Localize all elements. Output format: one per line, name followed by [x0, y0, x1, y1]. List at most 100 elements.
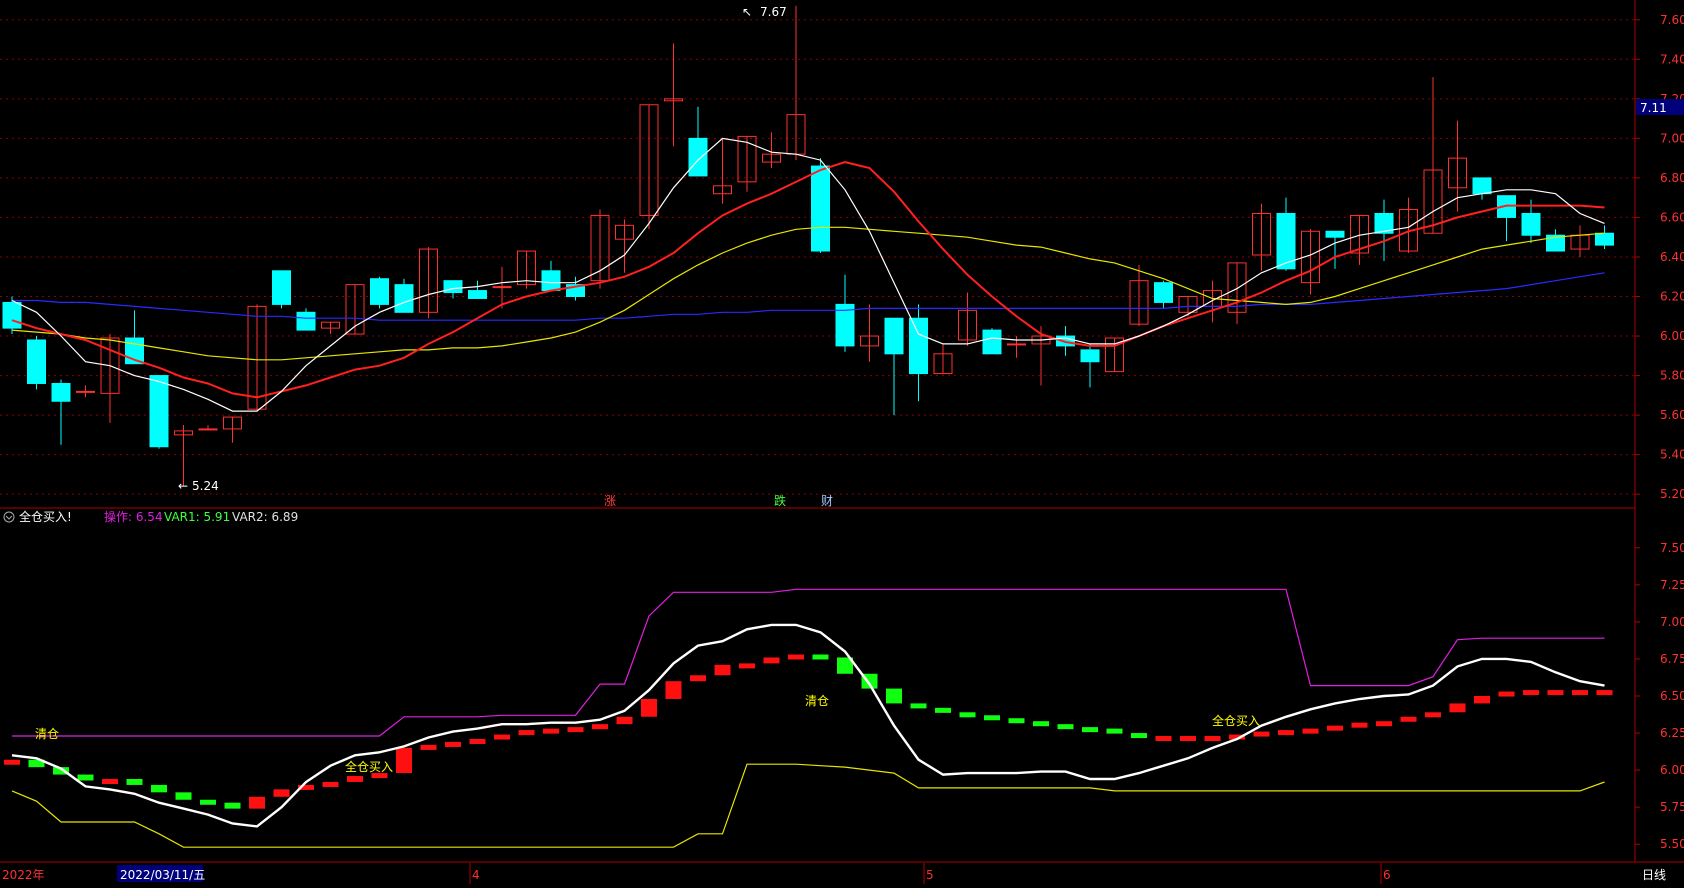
operation-bar — [445, 741, 461, 747]
candle-body — [2, 301, 22, 329]
operation-bar — [1596, 690, 1613, 696]
price-axis-label: 7.40 — [1660, 52, 1684, 66]
operation-bar — [1425, 712, 1441, 718]
operation-bar — [641, 698, 657, 717]
operation-bar — [1302, 728, 1319, 734]
candle-body — [272, 270, 291, 305]
event-marker-up[interactable]: 涨 — [604, 493, 616, 508]
operation-bar — [4, 759, 20, 765]
price-axis-label: 5.20 — [1660, 487, 1684, 501]
operation-bar — [200, 799, 216, 805]
operation-bar — [886, 688, 902, 704]
candle-body — [492, 286, 512, 289]
indicator-axis-label: 6.50 — [1660, 689, 1684, 703]
candle-body — [1521, 212, 1541, 236]
candle-body — [1007, 343, 1026, 346]
candle-body — [982, 329, 1002, 355]
operation-bar — [396, 747, 412, 774]
indicator-axis-label: 7.50 — [1660, 541, 1684, 555]
signal-clear-2: 清仓 — [805, 694, 829, 708]
operation-bar — [249, 796, 265, 809]
operation-bar — [1057, 724, 1074, 730]
indicator-axis-label: 6.75 — [1660, 652, 1684, 666]
signal-buy-1: 全仓买入 — [345, 759, 393, 774]
candle-body — [1325, 230, 1345, 238]
operation-bar — [665, 681, 682, 699]
high-price-label: 7.67 — [760, 5, 787, 19]
operation-bar — [1400, 716, 1417, 722]
operation-bar — [1498, 691, 1515, 697]
low-arrow-icon: ← — [178, 479, 188, 493]
operation-bar — [224, 802, 241, 809]
operation-bar — [1180, 736, 1196, 742]
operation-bar — [616, 716, 633, 725]
operation-bar — [567, 727, 584, 733]
candle-body — [76, 390, 95, 393]
operation-bar — [592, 724, 608, 730]
low-price-label: 5.24 — [192, 479, 219, 493]
operation-bar — [1572, 690, 1588, 696]
operation-bar — [1253, 731, 1270, 737]
price-axis-label: 6.40 — [1660, 250, 1684, 264]
indicator-axis-label: 5.50 — [1660, 837, 1684, 851]
indicator-axis-label: 6.25 — [1660, 726, 1684, 740]
candle-body — [198, 428, 218, 431]
current-price-text: 7.11 — [1640, 101, 1667, 115]
event-marker-down[interactable]: 跌 — [774, 493, 786, 508]
chart-background — [0, 0, 1684, 884]
operation-bar — [1327, 725, 1343, 731]
signal-clear-1: 清仓 — [35, 727, 59, 741]
time-label-may: 5 — [926, 868, 934, 882]
candle-body — [909, 317, 928, 375]
operation-bar — [714, 664, 731, 676]
indicator-axis-label: 7.25 — [1660, 578, 1684, 592]
operation-bar — [420, 744, 437, 750]
operation-bar — [1278, 730, 1294, 736]
operation-bar — [543, 728, 559, 734]
operation-bar — [273, 789, 290, 797]
operation-bar — [1376, 721, 1392, 727]
candle-body — [296, 311, 316, 331]
operation-bar — [1547, 690, 1564, 696]
indicator-axis-label: 6.00 — [1660, 763, 1684, 777]
candle-body — [443, 280, 463, 294]
operation-bar — [984, 715, 1000, 721]
operation-bar — [1033, 721, 1049, 727]
operation-bar — [1523, 690, 1539, 696]
chart-window: 7.60 7.40 7.20 7.00 6.80 6.60 6.40 6.20 6.00 5.80… — [0, 0, 1684, 884]
candle-body — [27, 339, 46, 384]
candle-body — [1472, 177, 1492, 195]
indicator-title[interactable]: 全仓买入! — [19, 509, 72, 524]
indicator-var2-value: VAR2: 6.89 — [232, 510, 298, 524]
operation-bar — [1204, 736, 1221, 742]
operation-bar — [788, 654, 804, 660]
indicator-axis-label: 5.75 — [1660, 800, 1684, 814]
operation-bar — [469, 738, 486, 744]
event-marker-finance[interactable]: 财 — [821, 494, 833, 508]
operation-bar — [1449, 703, 1466, 713]
signal-buy-2: 全仓买入 — [1212, 713, 1260, 728]
operation-bar — [935, 707, 951, 713]
operation-bar — [1008, 718, 1025, 724]
candle-body — [688, 137, 708, 177]
operation-bar — [959, 712, 976, 718]
price-axis-label: 7.00 — [1660, 131, 1684, 145]
candle-body — [1154, 282, 1173, 303]
indicator-op-value: 操作: 6.54 — [104, 509, 163, 524]
operation-bar — [518, 730, 535, 736]
candle-body — [149, 375, 169, 448]
operation-bar — [1351, 722, 1368, 728]
candle-body — [51, 382, 71, 402]
operation-bar — [494, 734, 510, 740]
operation-bar — [812, 654, 829, 660]
stock-chart[interactable]: 7.607.407.207.006.806.606.406.206.005.80… — [0, 0, 1684, 884]
price-axis-label: 5.60 — [1660, 408, 1684, 422]
price-axis-label: 6.80 — [1660, 171, 1684, 185]
candle-body — [541, 270, 561, 292]
price-axis-label: 6.00 — [1660, 329, 1684, 343]
candle-body — [468, 290, 487, 299]
operation-bar — [1131, 733, 1147, 739]
period-selector[interactable]: 日线 — [1642, 868, 1666, 882]
operation-bar — [175, 792, 192, 800]
operation-bar — [763, 657, 780, 664]
